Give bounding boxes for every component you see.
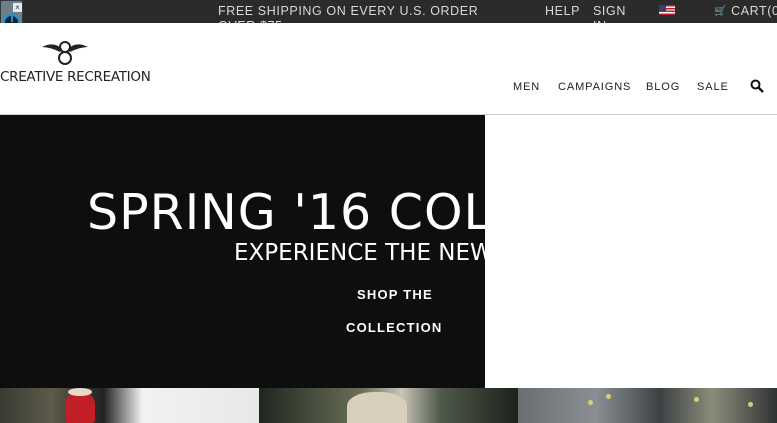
- model-image: [347, 392, 407, 423]
- hero-subtitle: EXPERIENCE THE NEW: [234, 240, 493, 266]
- sign-in-link[interactable]: SIGN IN: [593, 4, 629, 23]
- site-header: CREATIVE RECREATION MEN CAMPAIGNS BLOG S…: [0, 23, 777, 115]
- page: FREE SHIPPING ON EVERY U.S. ORDER OVER $…: [0, 0, 777, 423]
- promo-bar: FREE SHIPPING ON EVERY U.S. ORDER OVER $…: [0, 0, 777, 23]
- us-flag-icon[interactable]: [659, 5, 675, 15]
- campaign-thumbnails: [0, 388, 777, 423]
- winged-logo-icon: [42, 41, 88, 65]
- sneaker-sole-image: [68, 388, 92, 396]
- shop-collection-link-line2[interactable]: COLLECTION: [346, 320, 443, 335]
- thumbnail-sneakers[interactable]: [0, 388, 259, 423]
- shop-collection-link-line1[interactable]: SHOP THE: [357, 287, 433, 302]
- brand-wordmark: CREATIVE RECREATION: [0, 69, 151, 85]
- free-shipping-promo: FREE SHIPPING ON EVERY U.S. ORDER OVER $…: [218, 4, 479, 23]
- brand-logo[interactable]: CREATIVE RECREATION: [0, 39, 151, 87]
- light-dot: [606, 394, 611, 399]
- cart-label: CART(0): [731, 4, 777, 18]
- thumbnail-model[interactable]: [259, 388, 518, 423]
- help-link[interactable]: HELP: [545, 4, 580, 19]
- light-dot: [694, 397, 699, 402]
- sneaker-image: [65, 392, 95, 423]
- hero-banner: SPRING '16 COLLECTION EXPERIENCE THE NEW…: [0, 115, 777, 388]
- thumbnail-street[interactable]: [518, 388, 777, 423]
- close-icon[interactable]: ×: [13, 3, 22, 12]
- light-dot: [748, 402, 753, 407]
- nav-men[interactable]: MEN: [513, 81, 540, 93]
- loading-image-panel: [485, 115, 777, 388]
- nav-sale[interactable]: SALE: [697, 81, 729, 93]
- light-dot: [588, 400, 593, 405]
- cart-link[interactable]: 🛒 CART(0): [714, 4, 777, 19]
- nav-blog[interactable]: BLOG: [646, 81, 680, 93]
- search-icon[interactable]: [750, 79, 764, 93]
- cart-icon: 🛒: [714, 6, 728, 17]
- nav-campaigns[interactable]: CAMPAIGNS: [558, 81, 631, 93]
